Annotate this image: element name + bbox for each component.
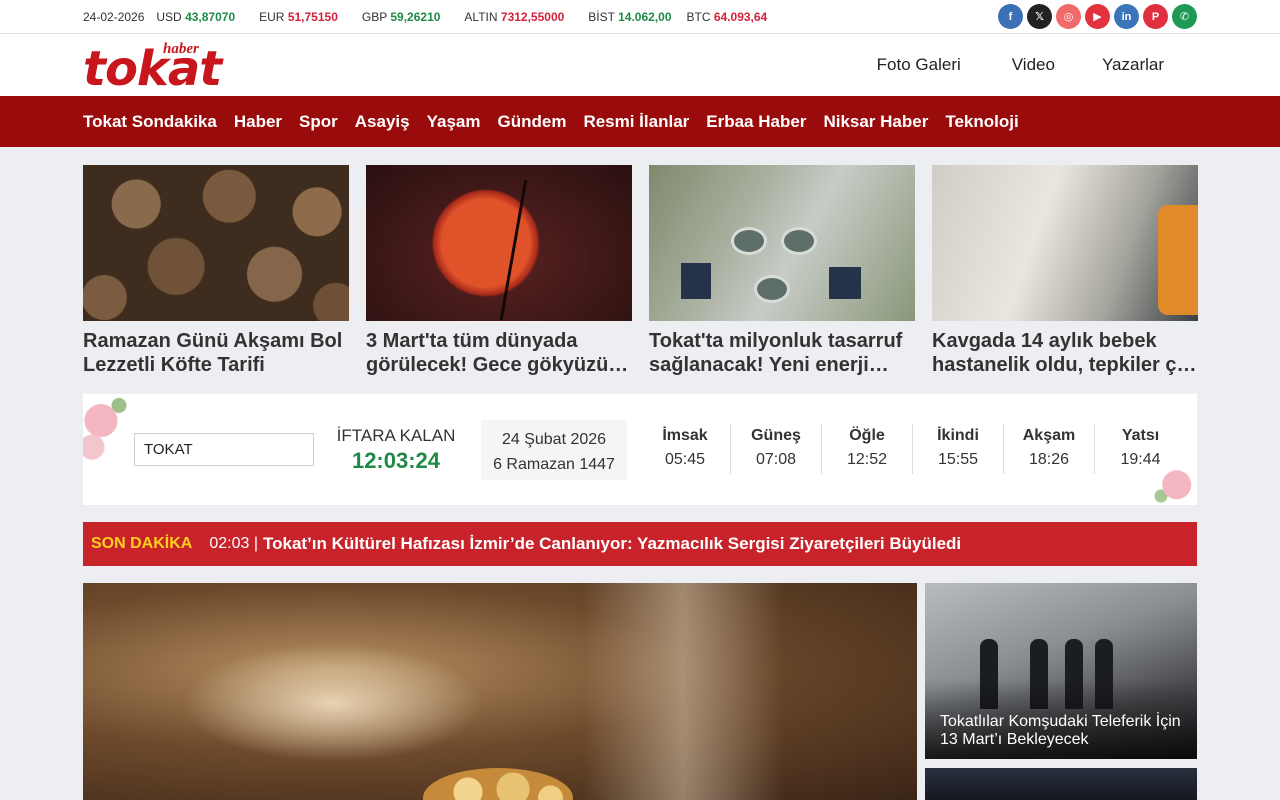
category-asayis[interactable]: Asayiş <box>355 112 410 132</box>
ticker-bist[interactable]: BİST 14.062,00 <box>588 10 671 24</box>
ticker-btc[interactable]: BTC 64.093,64 <box>687 10 768 24</box>
countdown-label: İFTARA KALAN <box>336 426 456 445</box>
plant-pool <box>731 227 767 255</box>
featured-title[interactable]: 3 Mart'ta tüm dünyada görülecek! Gece gö… <box>366 329 632 377</box>
whatsapp-icon[interactable]: ✆ <box>1172 4 1197 29</box>
x-icon[interactable]: 𝕏 <box>1027 4 1052 29</box>
prayer-time-aksam: Akşam 18:26 <box>1004 424 1095 474</box>
orange-object <box>1158 205 1198 315</box>
side-news-card[interactable]: Tokatlılar Komşudaki Teleferik İçin 13 M… <box>925 583 1197 759</box>
linkedin-icon[interactable]: in <box>1114 4 1139 29</box>
header-nav: Foto Galeri Video Yazarlar <box>877 34 1197 96</box>
featured-image-treatment-plant[interactable] <box>649 165 915 321</box>
breaking-headline[interactable]: Tokat’ın Kültürel Hafızası İzmir’de Canl… <box>263 534 961 554</box>
featured-card[interactable]: Tokat'ta milyonluk tasarruf sağlanacak! … <box>649 165 915 377</box>
category-nav: Tokat Sondakika Haber Spor Asayiş Yaşam … <box>0 96 1280 147</box>
nav-video[interactable]: Video <box>1012 55 1055 75</box>
category-gundem[interactable]: Gündem <box>497 112 566 132</box>
featured-image-hospital[interactable] <box>932 165 1198 321</box>
breaking-news-bar: SON DAKİKA 02:03 | Tokat’ın Kültürel Haf… <box>83 522 1197 566</box>
site-logo[interactable]: haber tokat <box>83 41 235 97</box>
nav-authors[interactable]: Yazarlar <box>1102 55 1164 75</box>
nav-photo-gallery[interactable]: Foto Galeri <box>877 55 961 75</box>
iftar-countdown: İFTARA KALAN 12:03:24 <box>336 426 456 474</box>
prayer-time-ogle: Öğle 12:52 <box>822 424 913 474</box>
hero-food <box>423 768 573 800</box>
iftar-widget: TOKAT İFTARA KALAN 12:03:24 24 Şubat 202… <box>83 394 1197 505</box>
category-niksar-haber[interactable]: Niksar Haber <box>823 112 928 132</box>
gregorian-date: 24 Şubat 2026 <box>501 431 607 448</box>
facebook-icon[interactable]: f <box>998 4 1023 29</box>
date-box: 24 Şubat 2026 6 Ramazan 1447 <box>481 420 627 480</box>
ticker-usd[interactable]: USD 43,87070 <box>156 10 235 24</box>
instagram-icon[interactable]: ◎ <box>1056 4 1081 29</box>
logo-title: tokat <box>83 41 222 97</box>
social-links: f 𝕏 ◎ ▶ in P ✆ <box>998 4 1197 29</box>
breaking-time: 02:03 | <box>209 535 258 552</box>
hero-news-image[interactable] <box>83 583 917 800</box>
solar-panel <box>829 267 861 299</box>
prayer-time-imsak: İmsak 05:45 <box>640 424 731 474</box>
featured-card[interactable]: Kavgada 14 aylık bebek hastanelik oldu, … <box>932 165 1198 377</box>
hijri-date: 6 Ramazan 1447 <box>493 456 615 473</box>
countdown-time: 12:03:24 <box>351 448 441 473</box>
plant-pool <box>754 275 790 303</box>
featured-card[interactable]: Ramazan Günü Akşamı Bol Lezzetli Köfte T… <box>83 165 349 377</box>
category-resmi-ilanlar[interactable]: Resmi İlanlar <box>583 112 689 132</box>
ticker-gbp[interactable]: GBP 59,26210 <box>362 10 441 24</box>
category-tokat-sondakika[interactable]: Tokat Sondakika <box>83 112 217 132</box>
ticker-gold[interactable]: ALTIN 7312,55000 <box>464 10 564 24</box>
plant-pool <box>781 227 817 255</box>
hero-blur-light <box>183 643 483 763</box>
featured-card[interactable]: 3 Mart'ta tüm dünyada görülecek! Gece gö… <box>366 165 632 377</box>
ticker-eur[interactable]: EUR 51,75150 <box>259 10 338 24</box>
featured-title[interactable]: Tokat'ta milyonluk tasarruf sağlanacak! … <box>649 329 915 377</box>
side-news-card[interactable] <box>925 768 1197 800</box>
prayer-time-gunes: Güneş 07:08 <box>731 424 822 474</box>
youtube-icon[interactable]: ▶ <box>1085 4 1110 29</box>
featured-image-blood-moon[interactable] <box>366 165 632 321</box>
featured-title[interactable]: Ramazan Günü Akşamı Bol Lezzetli Köfte T… <box>83 329 349 377</box>
top-ticker-bar: 24-02-2026 USD 43,87070 EUR 51,75150 GBP… <box>0 0 1280 34</box>
solar-panel <box>681 263 711 299</box>
category-spor[interactable]: Spor <box>299 112 338 132</box>
site-header: haber tokat Foto Galeri Video Yazarlar <box>0 34 1280 96</box>
prayer-times: İmsak 05:45 Güneş 07:08 Öğle 12:52 İkindi 15… <box>640 424 1186 474</box>
category-erbaa-haber[interactable]: Erbaa Haber <box>706 112 806 132</box>
city-select[interactable]: TOKAT <box>134 433 314 466</box>
featured-title[interactable]: Kavgada 14 aylık bebek hastanelik oldu, … <box>932 329 1198 377</box>
pinterest-icon[interactable]: P <box>1143 4 1168 29</box>
featured-image-meatballs[interactable] <box>83 165 349 321</box>
featured-news-row: Ramazan Günü Akşamı Bol Lezzetli Köfte T… <box>83 165 1198 377</box>
prayer-time-yatsi: Yatsı 19:44 <box>1120 427 1161 468</box>
side-news-caption[interactable]: Tokatlılar Komşudaki Teleferik İçin 13 M… <box>940 713 1190 749</box>
hero-blur-light <box>583 583 783 800</box>
prayer-time-ikindi: İkindi 15:55 <box>913 424 1004 474</box>
current-date: 24-02-2026 <box>83 10 145 24</box>
category-yasam[interactable]: Yaşam <box>427 112 481 132</box>
category-teknoloji[interactable]: Teknoloji <box>945 112 1018 132</box>
tree-silhouette <box>499 180 632 320</box>
category-haber[interactable]: Haber <box>234 112 282 132</box>
breaking-tag: SON DAKİKA <box>91 535 193 552</box>
